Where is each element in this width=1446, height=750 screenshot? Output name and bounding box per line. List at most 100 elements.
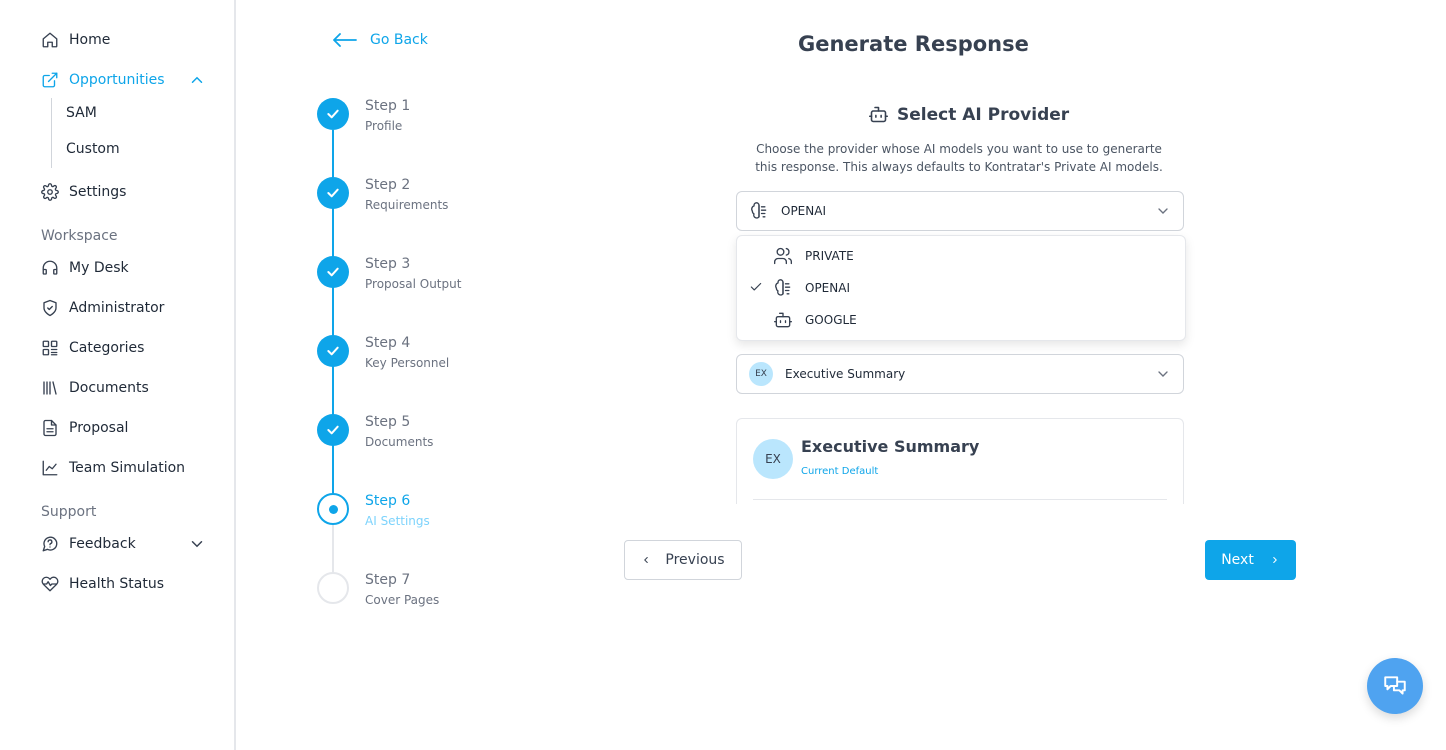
stepper-remaining-line [332,525,334,575]
sidebar-item-label: My Desk [69,260,129,276]
sidebar-item-opportunities[interactable]: Opportunities [40,68,165,92]
library-icon [40,378,60,398]
section-label-support: Support [41,504,97,520]
document-icon [40,418,60,438]
previous-button[interactable]: Previous [624,540,742,580]
chevron-right-icon [1273,556,1277,564]
sidebar-item-documents[interactable]: Documents [40,376,149,400]
sidebar-item-label: Settings [69,184,127,200]
step-3-subtitle: Proposal Output [365,277,462,291]
template-badge: EX [749,362,773,386]
step-1-indicator[interactable] [317,98,349,130]
provider-heading-label: Select AI Provider [897,104,1070,125]
gear-icon [40,182,60,202]
message-icon [40,534,60,554]
step-2-title: Step 2 [365,177,411,193]
step-3-indicator[interactable] [317,256,349,288]
step-4-subtitle: Key Personnel [365,356,450,370]
sidebar-item-settings[interactable]: Settings [40,180,126,204]
bot-icon [773,310,793,333]
step-2-indicator[interactable] [317,177,349,209]
sidebar-item-label: Home [69,32,111,48]
sidebar-item-feedback[interactable]: Feedback [40,532,136,556]
provider-option-label: OPENAI [805,281,850,295]
step-4-indicator[interactable] [317,335,349,367]
sidebar-item-label: Health Status [69,576,165,592]
external-link-icon [40,70,60,90]
check-icon [327,267,339,277]
provider-dropdown: PRIVATE OPENAI GOOGLE [736,235,1186,341]
chat-button[interactable] [1367,658,1423,714]
step-7-subtitle: Cover Pages [365,593,440,607]
chevron-down-icon [1158,371,1168,377]
provider-option-openai[interactable]: OPENAI [737,272,1185,304]
go-back-link[interactable]: Go Back [332,32,428,48]
check-icon [327,188,339,198]
template-select-value: Executive Summary [785,367,906,381]
provider-select[interactable]: OPENAI [736,191,1184,231]
previous-button-label: Previous [665,552,725,568]
sidebar-item-proposal[interactable]: Proposal [40,416,128,440]
step-1-title: Step 1 [365,98,411,114]
provider-option-google[interactable]: GOOGLE [737,304,1185,336]
template-select[interactable]: EX Executive Summary [736,354,1184,394]
headset-icon [40,258,60,278]
sidebar-item-label: Administrator [69,300,165,316]
step-7-indicator[interactable] [317,572,349,604]
sidebar-item-home[interactable]: Home [40,28,110,52]
next-button-label: Next [1221,552,1254,568]
home-icon [40,30,60,50]
sidebar-item-my-desk[interactable]: My Desk [40,256,129,280]
chat-icon [1384,676,1406,695]
check-icon [327,425,339,435]
chevron-down-icon[interactable] [188,535,206,553]
check-icon [327,109,339,119]
provider-option-label: PRIVATE [805,249,854,263]
users-icon [773,246,793,269]
step-5-title: Step 5 [365,414,411,430]
step-2-subtitle: Requirements [365,198,449,212]
sidebar-item-label: Team Simulation [69,460,186,476]
page-title: Generate Response [798,32,1029,56]
sidebar-item-team-simulation[interactable]: Team Simulation [40,456,185,480]
heart-pulse-icon [40,574,60,594]
bot-icon [868,106,889,123]
summary-subtitle: Current Default [801,466,879,477]
step-5-subtitle: Documents [365,435,434,449]
chevron-left-icon [644,556,649,564]
brain-icon [773,278,793,301]
check-icon [327,346,339,356]
summary-title: Executive Summary [801,437,980,456]
next-button[interactable]: Next [1205,540,1296,580]
provider-option-private[interactable]: PRIVATE [737,240,1185,272]
provider-select-value: OPENAI [781,204,826,218]
step-3-title: Step 3 [365,256,411,272]
sidebar-item-label: Feedback [69,536,136,552]
sidebar-item-health-status[interactable]: Health Status [40,572,164,596]
provider-option-label: GOOGLE [805,313,857,327]
sidebar-item-label: Proposal [69,420,129,436]
summary-card: EX Executive Summary Current Default [736,418,1184,504]
step-5-indicator[interactable] [317,414,349,446]
provider-heading: Select AI Provider [868,104,1069,125]
brain-icon [749,201,769,221]
step-6-title: Step 6 [365,493,411,509]
shield-icon [40,298,60,318]
chevron-up-icon[interactable] [188,71,206,89]
arrow-left-icon [333,33,357,47]
sidebar-item-categories[interactable]: Categories [40,336,144,360]
step-6-subtitle: AI Settings [365,514,430,528]
categories-icon [40,338,60,358]
sidebar-subitem-custom[interactable]: Custom [66,141,120,157]
line-chart-icon [40,458,60,478]
sidebar-item-administrator[interactable]: Administrator [40,296,164,320]
sidebar-item-label: Categories [69,340,145,356]
divider [753,499,1167,500]
provider-description: Choose the provider whose AI models you … [755,142,1163,174]
step-6-indicator[interactable] [317,493,349,525]
sidebar-subitem-sam[interactable]: SAM [66,105,97,121]
step-1-subtitle: Profile [365,119,403,133]
check-icon [750,282,762,291]
submenu-line [51,98,52,168]
sidebar: Home Opportunities SAM Custom Settings W… [0,0,236,750]
